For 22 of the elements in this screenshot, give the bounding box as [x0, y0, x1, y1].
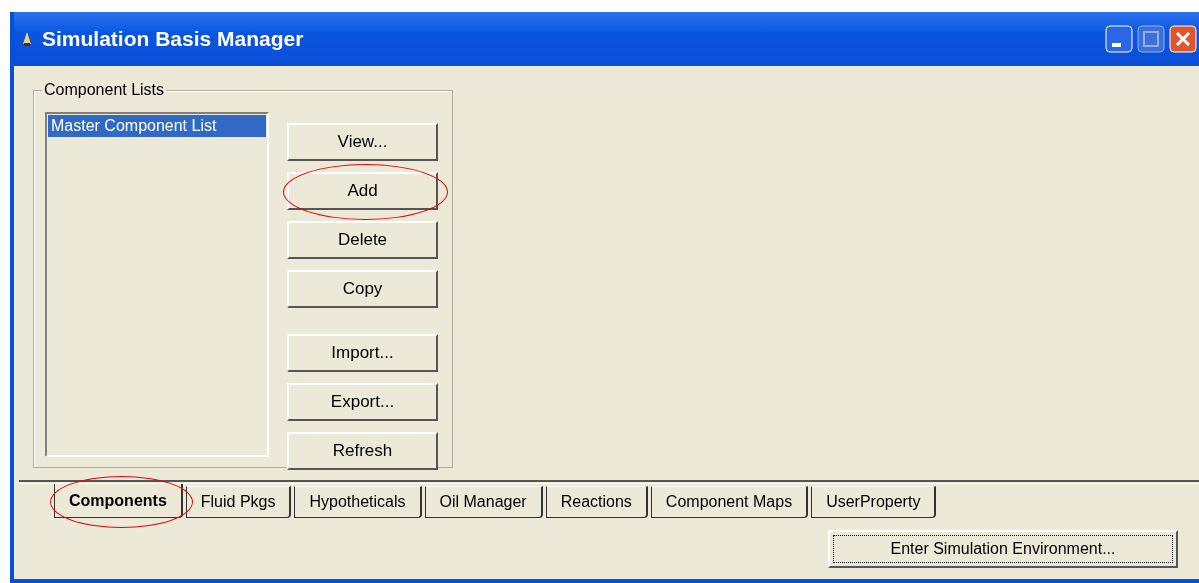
action-button[interactable]: Copy: [287, 270, 438, 308]
tab[interactable]: Fluid Pkgs: [185, 486, 292, 518]
enter-environment-button[interactable]: Enter Simulation Environment...: [828, 530, 1178, 568]
tab[interactable]: Components: [54, 484, 183, 518]
action-button[interactable]: Refresh: [287, 432, 438, 470]
window-title: Simulation Basis Manager: [42, 26, 304, 53]
action-button[interactable]: Add: [287, 172, 438, 210]
tab[interactable]: Oil Manager: [424, 486, 543, 518]
group-label: Component Lists: [42, 80, 167, 100]
action-button[interactable]: Export...: [287, 383, 438, 421]
list-item[interactable]: Master Component List: [48, 115, 266, 137]
tab[interactable]: Hypotheticals: [294, 486, 422, 518]
action-button[interactable]: Import...: [287, 334, 438, 372]
minimize-icon[interactable]: [1105, 25, 1133, 53]
maximize-icon: [1137, 25, 1165, 53]
tab[interactable]: Reactions: [545, 486, 648, 518]
app-icon: [22, 32, 32, 46]
action-button[interactable]: View...: [287, 123, 438, 161]
tab[interactable]: UserProperty: [811, 486, 937, 518]
tab[interactable]: Component Maps: [650, 486, 809, 518]
close-icon[interactable]: [1169, 25, 1197, 53]
action-button[interactable]: Delete: [287, 221, 438, 259]
